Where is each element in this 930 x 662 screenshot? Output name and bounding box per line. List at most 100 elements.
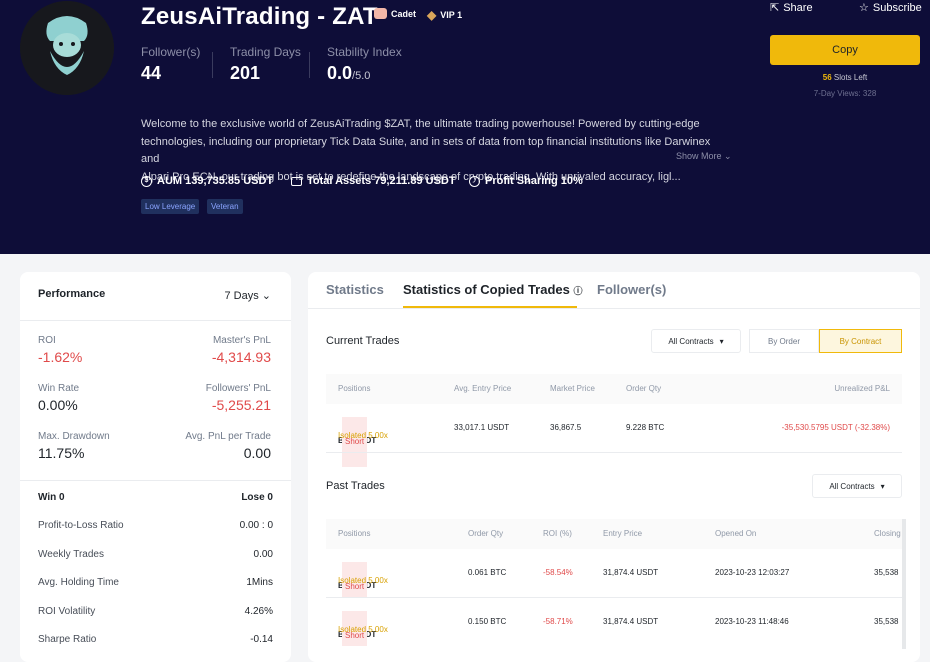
closing-cell: 35,538: [874, 617, 899, 626]
share-icon: ⇱: [770, 2, 780, 14]
divider: [326, 452, 902, 453]
pnl-cell: -35,530.5795 USDT (-32.38%): [781, 423, 890, 432]
chevron-down-icon: ⌄: [261, 290, 271, 302]
profit-sharing-metric: Profit Sharing 10%: [469, 175, 583, 187]
trader-header: ZeusAiTrading - ZAT Cadet ◆ VIP 1 Follow…: [0, 0, 930, 254]
pie-icon: [469, 175, 480, 187]
roi-volatility-row: ROI Volatility 4.26%: [38, 606, 273, 617]
caret-down-icon: ▾: [719, 336, 724, 346]
current-contracts-select[interactable]: All Contracts ▾: [651, 329, 741, 353]
past-trades-title: Past Trades: [326, 480, 385, 492]
performance-card: Performance 7 Days ⌄ ROI -1.62% Master's …: [20, 272, 291, 662]
current-trades-title: Current Trades: [326, 335, 400, 347]
aum-metric: $ AUM 139,735.85 USDT: [141, 175, 291, 187]
roi-cell: -58.71%: [543, 617, 573, 626]
past-contracts-select[interactable]: All Contracts ▾: [812, 474, 902, 498]
pl-ratio-row: Profit-to-Loss Ratio 0.00 : 0: [38, 520, 273, 531]
roi-metric: ROI -1.62%: [38, 335, 83, 365]
header-cell: Closing: [874, 529, 901, 538]
followers-pnl-metric: Followers' PnL -5,255.21: [205, 383, 271, 413]
wallet-icon: [291, 176, 302, 186]
table-row: BTCUSDTShort Isolated 5.00x 0.150 BTC -5…: [326, 598, 902, 646]
entry-cell: 33,017.1 USDT: [454, 423, 510, 432]
period-select[interactable]: 7 Days ⌄: [224, 289, 271, 302]
margin-cell: Isolated 5.00x: [338, 576, 388, 585]
dollar-icon: $: [141, 175, 152, 187]
qty-cell: 9.228 BTC: [626, 423, 665, 432]
market-cell: 36,867.5: [550, 423, 582, 432]
margin-cell: Isolated 5.00x: [338, 431, 388, 440]
caret-down-icon: ▾: [880, 481, 885, 491]
master-pnl-metric: Master's PnL -4,314.93: [211, 335, 271, 365]
copy-button[interactable]: Copy: [770, 35, 920, 65]
tag-low-leverage: Low Leverage: [141, 199, 200, 214]
opened-cell: 2023-10-23 12:03:27: [715, 568, 790, 577]
weekly-trades-row: Weekly Trades 0.00: [38, 549, 273, 560]
qty-cell: 0.061 BTC: [468, 568, 507, 577]
past-table-header: Positions Order Qty ROI (%) Entry Price …: [326, 519, 902, 549]
by-order-button[interactable]: By Order: [749, 329, 819, 353]
show-more-link[interactable]: Show More ⌄: [676, 151, 732, 162]
margin-cell: Isolated 5.00x: [338, 625, 388, 634]
win-lose-row: Win 0 Lose 0: [38, 492, 273, 503]
star-icon: ☆: [859, 2, 869, 14]
tab-followers[interactable]: Follower(s): [597, 282, 666, 297]
vip-label: VIP 1: [440, 10, 463, 20]
total-assets-metric: Total Assets 79,211.89 USDT: [291, 175, 469, 187]
trades-card: Statistics Statistics of Copied Trades ⓘ…: [308, 272, 920, 662]
divider: [20, 320, 291, 321]
drawdown-metric: Max. Drawdown 11.75%: [38, 431, 110, 461]
header-cell: Positions: [338, 384, 371, 393]
header-cell: Order Qty: [468, 529, 504, 538]
header-cell: Market Price: [550, 384, 595, 393]
by-contract-button[interactable]: By Contract: [819, 329, 902, 353]
opened-cell: 2023-10-23 11:48:46: [715, 617, 789, 626]
divider: [308, 308, 920, 309]
performance-title: Performance: [38, 288, 106, 300]
roi-cell: -58.54%: [543, 568, 573, 577]
entry-cell: 31,874.4 USDT: [603, 617, 659, 626]
stat-value: 44: [141, 63, 162, 83]
avatar: [20, 1, 114, 95]
sharpe-ratio-row: Sharpe Ratio -0.14: [38, 634, 273, 645]
divider: [212, 52, 213, 78]
cadet-icon: [374, 8, 387, 19]
diamond-icon: ◆: [427, 8, 437, 22]
table-row: BTCUSDTShort Isolated 5.00x 33,017.1 USD…: [326, 404, 902, 467]
subscribe-button[interactable]: ☆ Subscribe: [859, 1, 922, 15]
table-row: BTCUSDTShort Isolated 5.00x 0.061 BTC -5…: [326, 549, 902, 597]
winrate-metric: Win Rate 0.00%: [38, 383, 80, 413]
header-cell: Positions: [338, 529, 371, 538]
vip-badge: ◆ VIP 1: [427, 8, 462, 22]
tag-veteran: Veteran: [207, 199, 243, 214]
divider: [20, 480, 291, 481]
stat-label: Follower(s): [141, 45, 201, 59]
stat-value: 0.0/5.0: [327, 63, 371, 83]
header-cell: Unrealized P&L: [834, 384, 890, 393]
views-count: 7-Day Views: 328: [813, 89, 877, 98]
avg-pnl-metric: Avg. PnL per Trade 0.00: [185, 431, 271, 461]
tab-statistics[interactable]: Statistics: [326, 282, 384, 297]
header-cell: Order Qty: [626, 384, 662, 393]
stat-label: Stability Index: [327, 45, 402, 59]
entry-cell: 31,874.4 USDT: [603, 568, 659, 577]
horizontal-scrollbar[interactable]: [902, 519, 906, 649]
chevron-down-icon: ⌄: [724, 151, 732, 161]
trading-days-stat: Trading Days 201: [230, 45, 301, 84]
holding-time-row: Avg. Holding Time 1Mins: [38, 577, 273, 588]
tab-copied-trades[interactable]: Statistics of Copied Trades ⓘ: [403, 282, 583, 297]
header-cell: Opened On: [715, 529, 757, 538]
header-cell: Avg. Entry Price: [454, 384, 512, 393]
divider: [309, 52, 310, 78]
slots-left: 56 Slots Left: [822, 73, 868, 82]
followers-stat: Follower(s) 44: [141, 45, 200, 84]
stability-stat: Stability Index 0.0/5.0: [327, 45, 402, 84]
stat-label: Trading Days: [230, 45, 301, 59]
metrics-row: $ AUM 139,735.85 USDT Total Assets 79,21…: [141, 175, 583, 187]
qty-cell: 0.150 BTC: [468, 617, 507, 626]
share-button[interactable]: ⇱ Share: [770, 1, 813, 15]
info-icon: ⓘ: [573, 286, 583, 296]
trader-name: ZeusAiTrading - ZAT: [141, 3, 378, 30]
current-table-header: Positions Avg. Entry Price Market Price …: [326, 374, 902, 404]
cadet-badge: Cadet: [374, 8, 416, 19]
